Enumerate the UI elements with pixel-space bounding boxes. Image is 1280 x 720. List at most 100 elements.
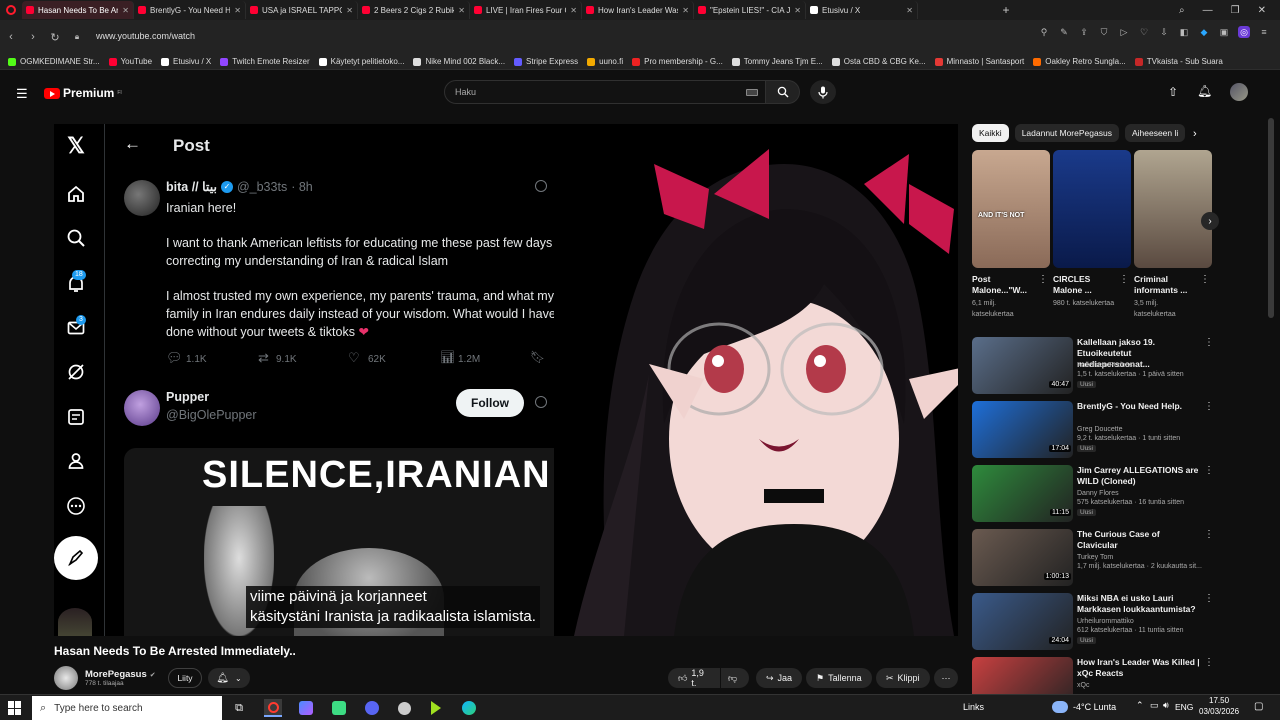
clock-time[interactable]: 17.50 bbox=[1209, 696, 1229, 705]
bookmark-item[interactable]: Osta CBD & CBG Ke... bbox=[831, 57, 926, 66]
video-channel[interactable]: Danny Flores bbox=[1077, 490, 1119, 497]
video-more-icon[interactable]: ⋮ bbox=[1204, 465, 1214, 476]
lock-icon[interactable]: 🔒︎ bbox=[66, 32, 88, 42]
taskbar-search-input[interactable]: ⌕ Type here to search bbox=[32, 696, 222, 720]
video-more-icon[interactable]: ⋮ bbox=[1204, 529, 1214, 540]
zoom-icon[interactable]: ⚲ bbox=[1038, 26, 1050, 38]
notification-center-icon[interactable]: ▢ bbox=[1254, 701, 1263, 712]
filter-chip[interactable]: Ladannut MorePegasus bbox=[1014, 124, 1119, 142]
filter-chip[interactable]: Kaikki bbox=[972, 124, 1009, 142]
notifications-icon[interactable]: 🔔︎ bbox=[1197, 84, 1212, 98]
tab[interactable]: Etusivu / X ✕ bbox=[806, 1, 918, 19]
video-title[interactable]: BrentlyG - You Need Help. bbox=[1077, 401, 1202, 412]
url-field[interactable]: www.youtube.com/watch bbox=[88, 26, 988, 46]
task-view-icon[interactable]: ⧉ bbox=[230, 699, 248, 717]
vpn-icon[interactable]: ◆ bbox=[1198, 26, 1210, 38]
video-more-icon[interactable]: ⋮ bbox=[1204, 401, 1214, 412]
edge-icon[interactable] bbox=[460, 699, 478, 717]
tray-chevron-icon[interactable]: ⌃ bbox=[1136, 700, 1144, 711]
join-button[interactable]: Liity bbox=[168, 668, 202, 688]
chips-next-icon[interactable]: › bbox=[1193, 128, 1197, 140]
channel-avatar[interactable] bbox=[54, 666, 78, 690]
keyboard-icon[interactable] bbox=[746, 89, 758, 96]
video-more-icon[interactable]: ⋮ bbox=[1204, 337, 1214, 348]
tab-close-icon[interactable]: ✕ bbox=[682, 6, 689, 15]
weather-text[interactable]: -4°C Lunta bbox=[1073, 702, 1116, 712]
bookmark-item[interactable]: Stripe Express bbox=[514, 57, 578, 66]
bag-icon[interactable]: ◧ bbox=[1178, 26, 1190, 38]
bookmark-item[interactable]: Minnasto | Santasport bbox=[934, 57, 1024, 66]
app-icon-1[interactable] bbox=[297, 699, 315, 717]
short-thumbnail[interactable] bbox=[1053, 150, 1131, 268]
video-title[interactable]: Miksi NBA ei usko Lauri Markkasen loukka… bbox=[1077, 593, 1202, 615]
video-player[interactable]: 𝕏 18 3 ← Post bita // بیتا ✓ @_b33ts · 8… bbox=[54, 124, 958, 636]
video-channel[interactable]: Kallellaan Podcast bbox=[1077, 362, 1135, 369]
recommendation-item[interactable]: 17:04 BrentlyG - You Need Help. Greg Douce… bbox=[972, 401, 1264, 459]
video-title[interactable]: How Iran's Leader Was Killed | xQc React… bbox=[1077, 657, 1202, 679]
recommendation-item[interactable]: 1:00:13 The Curious Case of Clavicular Tur… bbox=[972, 529, 1264, 587]
play-icon[interactable]: ▷ bbox=[1118, 26, 1130, 38]
tab-close-icon[interactable]: ✕ bbox=[458, 6, 465, 15]
youtube-logo[interactable]: Premium FI bbox=[44, 86, 122, 100]
search-button[interactable] bbox=[766, 80, 800, 104]
language-indicator[interactable]: ENG bbox=[1175, 702, 1193, 712]
brave-browser-icon[interactable] bbox=[264, 699, 282, 717]
tab[interactable]: LIVE | Iran Fires Four Cruis ✕ bbox=[470, 1, 582, 19]
app-icon-3[interactable] bbox=[363, 699, 381, 717]
short-thumbnail[interactable] bbox=[1134, 150, 1212, 268]
short-more-icon[interactable]: ⋮ bbox=[1200, 274, 1210, 285]
minimize-icon[interactable]: — bbox=[1203, 5, 1213, 16]
tab[interactable]: Hasan Needs To Be Arrested✕ bbox=[22, 1, 134, 19]
shorts-next-button[interactable]: › bbox=[1201, 212, 1219, 230]
short-more-icon[interactable]: ⋮ bbox=[1119, 274, 1129, 285]
bookmark-item[interactable]: Twitch Emote Resizer bbox=[220, 57, 310, 66]
wallet-icon[interactable]: ▣ bbox=[1218, 26, 1230, 38]
close-window-icon[interactable]: ✕ bbox=[1258, 5, 1266, 16]
bookmark-item[interactable]: Etusivu / X bbox=[161, 57, 211, 66]
video-channel[interactable]: Greg Doucette bbox=[1077, 426, 1123, 433]
links-toolbar[interactable]: Links bbox=[963, 702, 984, 712]
bookmark-item[interactable]: uuno.fi bbox=[587, 57, 623, 66]
tab[interactable]: "Epstein LIES!" - CIA John✕ bbox=[694, 1, 806, 19]
more-actions-button[interactable]: ⋯ bbox=[934, 668, 958, 688]
clip-button[interactable]: ✂ Klippi bbox=[876, 668, 930, 688]
leo-icon[interactable]: ◎ bbox=[1238, 26, 1250, 38]
share-button[interactable]: ↪ Jaa bbox=[756, 668, 803, 688]
short-thumbnail[interactable]: AND IT'S NOT bbox=[972, 150, 1050, 268]
tab-close-icon[interactable]: ✕ bbox=[234, 6, 241, 15]
channel-name[interactable]: MorePegasus bbox=[85, 669, 147, 680]
recommendation-item[interactable]: 24:04 Miksi NBA ei usko Lauri Markkasen l… bbox=[972, 593, 1264, 651]
download-icon[interactable]: ⇩ bbox=[1158, 26, 1170, 38]
volume-icon[interactable]: 🔊︎ bbox=[1163, 700, 1169, 711]
dislike-button[interactable]: 👎︎ bbox=[721, 668, 749, 688]
tab[interactable]: BrentlyG - You Need Help ✕ bbox=[134, 1, 246, 19]
browser-logo[interactable] bbox=[0, 0, 22, 20]
bookmark-item[interactable]: Oakley Retro Sungla... bbox=[1033, 57, 1126, 66]
video-more-icon[interactable]: ⋮ bbox=[1204, 657, 1214, 668]
short-title[interactable]: Post Malone..."W... bbox=[972, 274, 1036, 296]
avatar[interactable] bbox=[1230, 83, 1248, 101]
video-channel[interactable]: Turkey Tom bbox=[1077, 554, 1113, 561]
shield-icon[interactable]: ⛉ bbox=[1098, 26, 1110, 38]
search-tabs-icon[interactable]: ⌕ bbox=[1179, 5, 1185, 16]
video-more-icon[interactable]: ⋮ bbox=[1204, 593, 1214, 604]
short-more-icon[interactable]: ⋮ bbox=[1038, 274, 1048, 285]
app-icon-5[interactable] bbox=[427, 699, 445, 717]
hamburger-menu-icon[interactable]: ☰ bbox=[16, 86, 28, 102]
network-icon[interactable]: ▭ bbox=[1150, 700, 1159, 711]
recommendation-item[interactable]: 11:15 Jim Carrey ALLEGATIONS are WILD (Cl… bbox=[972, 465, 1264, 523]
bookmark-item[interactable]: Käytetyt pelitietoko... bbox=[318, 57, 404, 66]
bookmark-item[interactable]: Tommy Jeans Tjm E... bbox=[731, 57, 823, 66]
new-tab-button[interactable]: + bbox=[996, 3, 1016, 17]
video-channel[interactable]: xQc bbox=[1077, 682, 1089, 689]
start-button[interactable] bbox=[8, 701, 22, 715]
tab-close-icon[interactable]: ✕ bbox=[906, 6, 913, 15]
filter-chip[interactable]: Aiheeseen li bbox=[1124, 124, 1186, 142]
video-channel[interactable]: Urheilurommattiko bbox=[1077, 618, 1134, 625]
short-title[interactable]: Criminal informants ... bbox=[1134, 274, 1198, 296]
like-button[interactable]: 👍︎ 1,9 t. bbox=[668, 668, 720, 688]
short-title[interactable]: CIRCLES Malone ... bbox=[1053, 274, 1117, 296]
video-title[interactable]: The Curious Case of Clavicular bbox=[1077, 529, 1202, 551]
bookmark-item[interactable]: TVkaista - Sub Suara bbox=[1134, 57, 1223, 66]
bookmark-item[interactable]: Pro membership - G... bbox=[632, 57, 723, 66]
